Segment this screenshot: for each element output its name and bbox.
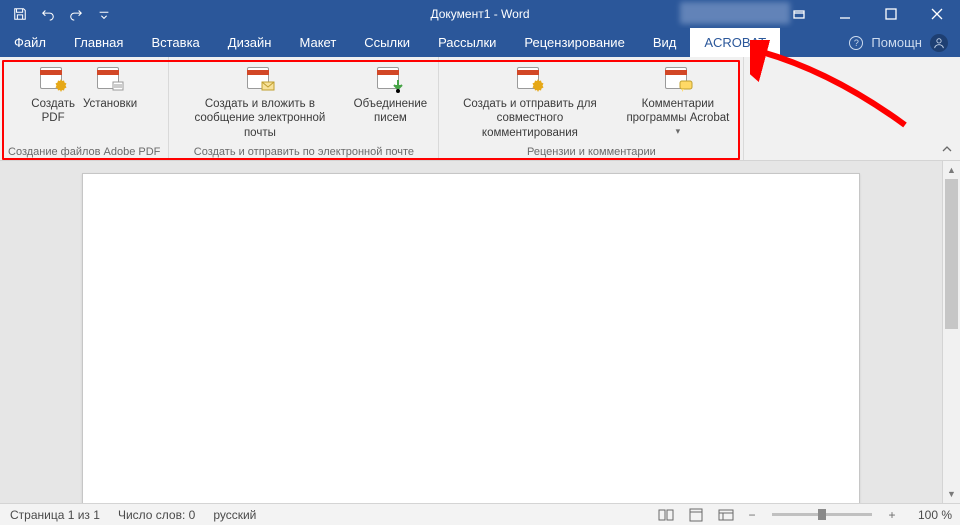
acrobat-comments-icon: [662, 63, 694, 95]
vertical-scrollbar[interactable]: ▲ ▼: [942, 161, 960, 503]
save-icon[interactable]: [8, 2, 32, 26]
scroll-thumb[interactable]: [945, 179, 958, 329]
qat-customize-icon[interactable]: [92, 2, 116, 26]
tab-mailings[interactable]: Рассылки: [424, 28, 510, 57]
status-word-count[interactable]: Число слов: 0: [118, 508, 195, 522]
status-page[interactable]: Страница 1 из 1: [10, 508, 100, 522]
tell-me[interactable]: ? Помощн: [849, 28, 948, 57]
ribbon-group-label-create: Создание файлов Adobe PDF: [8, 145, 160, 158]
status-bar: Страница 1 из 1 Число слов: 0 русский − …: [0, 503, 960, 525]
mail-merge-button[interactable]: Объединение писем: [350, 61, 430, 126]
ribbon-group-review: Создать и отправить для совместного комм…: [439, 57, 744, 160]
redo-icon[interactable]: [64, 2, 88, 26]
acrobat-comments-button[interactable]: Комментарии программы Acrobat ▾: [620, 61, 735, 137]
tab-references[interactable]: Ссылки: [350, 28, 424, 57]
preferences-button[interactable]: Установки: [83, 61, 137, 111]
create-attach-email-button[interactable]: Создать и вложить в сообщение электронно…: [177, 61, 342, 140]
scroll-down-icon[interactable]: ▼: [943, 485, 960, 503]
undo-icon[interactable]: [36, 2, 60, 26]
ribbon-group-label-review: Рецензии и комментарии: [527, 145, 656, 158]
ribbon-display-options-icon[interactable]: [776, 0, 822, 28]
collapse-ribbon-icon[interactable]: [940, 142, 954, 156]
zoom-slider[interactable]: [772, 513, 872, 516]
create-send-review-button[interactable]: Создать и отправить для совместного комм…: [447, 61, 612, 140]
create-pdf-icon: [37, 63, 69, 95]
close-icon[interactable]: [914, 0, 960, 28]
document-page[interactable]: [82, 173, 860, 503]
share-icon[interactable]: [930, 34, 948, 52]
create-send-review-icon: [514, 63, 546, 95]
window-controls: [776, 0, 960, 28]
lightbulb-icon: ?: [849, 36, 863, 50]
create-attach-email-icon: [244, 63, 276, 95]
status-language[interactable]: русский: [213, 508, 256, 522]
document-area: ▲ ▼: [0, 161, 960, 503]
view-print-layout-icon[interactable]: [684, 506, 708, 524]
dropdown-caret-icon: ▾: [676, 126, 681, 137]
create-pdf-button[interactable]: Создать PDF: [31, 61, 75, 126]
ribbon-tabs: Файл Главная Вставка Дизайн Макет Ссылки…: [0, 28, 960, 57]
mail-merge-label: Объединение писем: [354, 97, 428, 126]
preferences-label: Установки: [83, 97, 137, 111]
view-read-mode-icon[interactable]: [654, 506, 678, 524]
minimize-icon[interactable]: [822, 0, 868, 28]
tab-file[interactable]: Файл: [0, 28, 60, 57]
ribbon-group-create-pdf: Создать PDF Установки Создание файлов Ad…: [0, 57, 169, 160]
zoom-in-button[interactable]: +: [884, 508, 900, 522]
title-bar: Документ1 - Word: [0, 0, 960, 28]
acrobat-comments-label: Комментарии программы Acrobat: [626, 97, 729, 126]
tab-home[interactable]: Главная: [60, 28, 137, 57]
create-attach-email-label: Создать и вложить в сообщение электронно…: [177, 97, 342, 140]
create-send-review-label: Создать и отправить для совместного комм…: [447, 97, 612, 140]
create-pdf-label: Создать PDF: [31, 97, 75, 126]
tab-insert[interactable]: Вставка: [137, 28, 213, 57]
tab-design[interactable]: Дизайн: [214, 28, 286, 57]
zoom-level[interactable]: 100 %: [906, 508, 952, 522]
tab-review[interactable]: Рецензирование: [510, 28, 638, 57]
mail-merge-icon: [374, 63, 406, 95]
view-web-layout-icon[interactable]: [714, 506, 738, 524]
tab-view[interactable]: Вид: [639, 28, 691, 57]
ribbon-group-label-email: Создать и отправить по электронной почте: [194, 145, 414, 158]
maximize-icon[interactable]: [868, 0, 914, 28]
tell-me-placeholder: Помощн: [871, 35, 922, 50]
tab-acrobat[interactable]: ACROBAT: [690, 28, 780, 57]
tab-layout[interactable]: Макет: [285, 28, 350, 57]
quick-access-toolbar: [0, 2, 116, 26]
preferences-icon: [94, 63, 126, 95]
ribbon-group-email: Создать и вложить в сообщение электронно…: [169, 57, 439, 160]
ribbon: Создать PDF Установки Создание файлов Ad…: [0, 57, 960, 161]
scroll-up-icon[interactable]: ▲: [943, 161, 960, 179]
zoom-out-button[interactable]: −: [744, 508, 760, 522]
account-area[interactable]: [680, 2, 790, 24]
